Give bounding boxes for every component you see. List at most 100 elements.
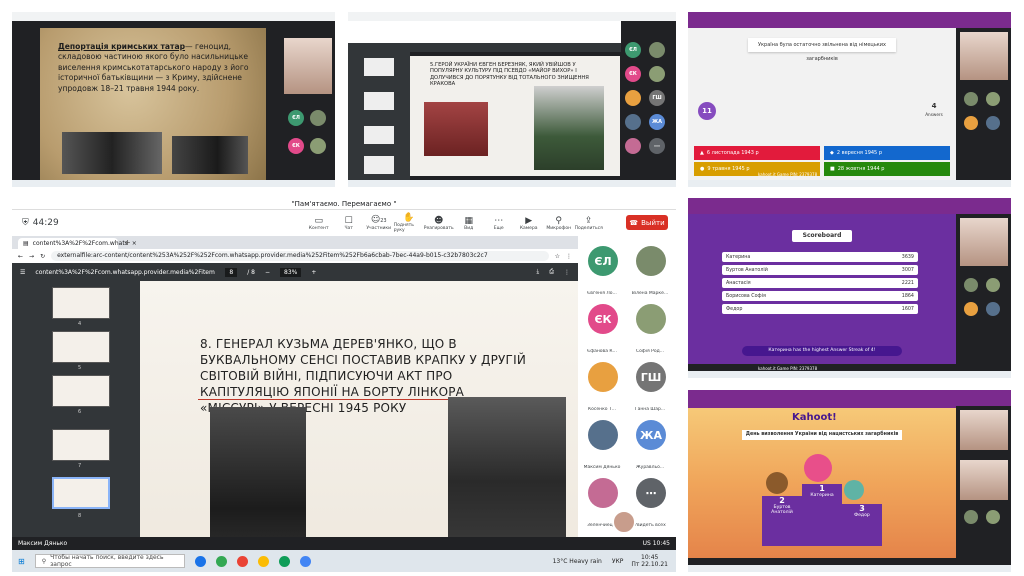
participant-avatar[interactable] [986,116,1000,130]
participant-name: Журавльо... [635,465,665,470]
reload-icon[interactable]: ↻ [40,253,45,260]
menu-icon[interactable]: ⋮ [566,253,572,260]
answer-option-4[interactable]: ■ 28 жовтня 1944 р [824,162,950,176]
mic-button[interactable]: ⚲ Микрофон [544,216,574,231]
participants-sidebar [956,28,1011,179]
participant-avatar[interactable] [625,114,641,130]
windows-icon[interactable]: ⊞ [18,557,25,566]
participant-avatar[interactable] [964,302,978,316]
thumbnail-page-4[interactable] [52,287,110,319]
screenshot-top-left: Депортація кримських татар— геноцид, скл… [12,12,335,187]
self-view[interactable] [612,510,636,534]
participant-avatar[interactable] [986,92,1000,106]
participant-avatar[interactable] [986,302,1000,316]
people-icon: ☺23 [370,215,387,225]
language-indicator[interactable]: УКР [612,558,624,565]
see-all-icon[interactable]: ⋯ [649,138,665,154]
raise-hand-button[interactable]: ✋ Поднять руку [394,213,424,233]
historic-photo-right [172,136,248,174]
more-icon[interactable]: ⋮ [564,269,570,276]
participant-avatar[interactable]: ЖА [649,114,665,130]
thumbnail-page-7[interactable] [52,429,110,461]
camera-button[interactable]: ▶ Камера [514,216,544,231]
participant-avatar[interactable]: ЄЛ [625,42,641,58]
participant-tile[interactable]: ЖА Журавльо... [626,414,674,472]
avatar-character [804,454,832,482]
kahoot-podium: Kahoot! День визволення України від наци… [688,408,956,558]
participant-avatar[interactable]: ЄК [625,66,641,82]
taskbar-search[interactable]: ⚲ Чтобы начать поиск, введите здесь запр… [34,554,185,568]
participant-tile[interactable]: Косенко Т... [578,356,626,414]
participants-button[interactable]: ☺23 Участники [364,215,394,231]
participant-avatar[interactable] [964,116,978,130]
app-icon[interactable] [299,555,311,567]
share-button[interactable]: ⇪ Поделиться [574,216,604,231]
thumbnail[interactable] [364,92,394,110]
thumbnail[interactable] [364,126,394,144]
close-icon[interactable]: × [132,240,137,247]
app-icon[interactable] [215,555,227,567]
participant-avatar[interactable] [964,510,978,524]
thumbnail-page-5[interactable] [52,331,110,363]
participant-avatar[interactable]: ЄЛ [288,110,304,126]
participant-tile[interactable]: Вілена Марке... [626,240,674,298]
system-clock[interactable]: 10:45 Пт 22.10.21 [631,554,668,568]
download-icon[interactable]: ⤓ [537,268,540,276]
url-input[interactable]: externalfile:arc-content/content%253A%25… [51,251,549,261]
new-tab-icon[interactable]: + [124,238,131,247]
taskbar [688,565,1011,572]
page-input[interactable]: 8 [225,267,238,277]
answer-option-1[interactable]: ▲ 6 листопада 1943 р [694,146,820,160]
participant-avatar[interactable] [625,138,641,154]
more-button[interactable]: ⋯ Еще [484,216,514,231]
participant-avatar[interactable]: ЄК [288,138,304,154]
participant-avatar[interactable] [649,42,665,58]
thumbnail-page-8[interactable] [52,477,110,509]
thumbnail-page-6[interactable] [52,375,110,407]
more-icon: ⋯ [494,215,504,226]
participant-avatar[interactable] [964,92,978,106]
browser-tab[interactable]: ▤ content%3A%2F%2Fcom.whats × [18,238,137,249]
print-icon[interactable]: ⎙ [549,268,554,276]
zoom-in-icon[interactable]: + [311,269,316,276]
zoom-level[interactable]: 83% [280,267,302,277]
app-icon[interactable] [257,555,269,567]
participant-avatar[interactable] [310,110,326,126]
back-icon[interactable]: ← [18,253,23,260]
triangle-icon: ▲ [700,150,704,156]
participant-avatar[interactable]: ГШ [649,90,665,106]
participant-tile[interactable]: ЄЛ Євгенія Ло... [578,240,626,298]
react-button[interactable]: ☻ Реагировать [424,216,454,231]
participant-tile[interactable]: ГШ Ганна Шар... [626,356,674,414]
participant-tile[interactable]: Максим Дянько [578,414,626,472]
screenshot-top-middle: 5.ГЕРОЙ УКРАЇНИ ЄВГЕН БЕРЕЗНЯК, ЯКИЙ УВІ… [348,12,676,187]
chrome-icon[interactable] [194,555,206,567]
address-bar: ← → ↻ externalfile:arc-content/content%2… [12,249,578,263]
podium-first: 1 Катерина [802,484,842,546]
app-icon[interactable] [278,555,290,567]
participant-tile[interactable]: Софія Род... [626,298,674,356]
participant-avatar[interactable] [986,278,1000,292]
leave-button[interactable]: ☎ Выйти [626,215,668,230]
hand-icon: ✋ [403,213,415,223]
content-button[interactable]: ▭ Контент [304,216,334,231]
view-button[interactable]: ▦ Вид [454,216,484,231]
participant-name: Євгенія Ло... [587,291,617,296]
forward-icon[interactable]: → [29,253,34,260]
app-icon[interactable] [236,555,248,567]
thumbnail[interactable] [364,58,394,76]
participant-avatar[interactable] [310,138,326,154]
slide-text: Депортація кримських татар— геноцид, скл… [58,42,258,94]
avatar [588,420,618,450]
participant-avatar[interactable] [986,510,1000,524]
chat-button[interactable]: ☐ Чат [334,216,364,231]
participant-tile[interactable]: ЄК Єфанова К... [578,298,626,356]
menu-icon[interactable]: ☰ [20,269,25,276]
answer-option-2[interactable]: ◆ 2 вересня 1945 р [824,146,950,160]
star-icon[interactable]: ☆ [555,253,560,260]
participant-avatar[interactable] [649,66,665,82]
participant-avatar[interactable] [964,278,978,292]
zoom-out-icon[interactable]: − [265,269,270,276]
thumbnail[interactable] [364,156,394,174]
participant-avatar[interactable] [625,90,641,106]
